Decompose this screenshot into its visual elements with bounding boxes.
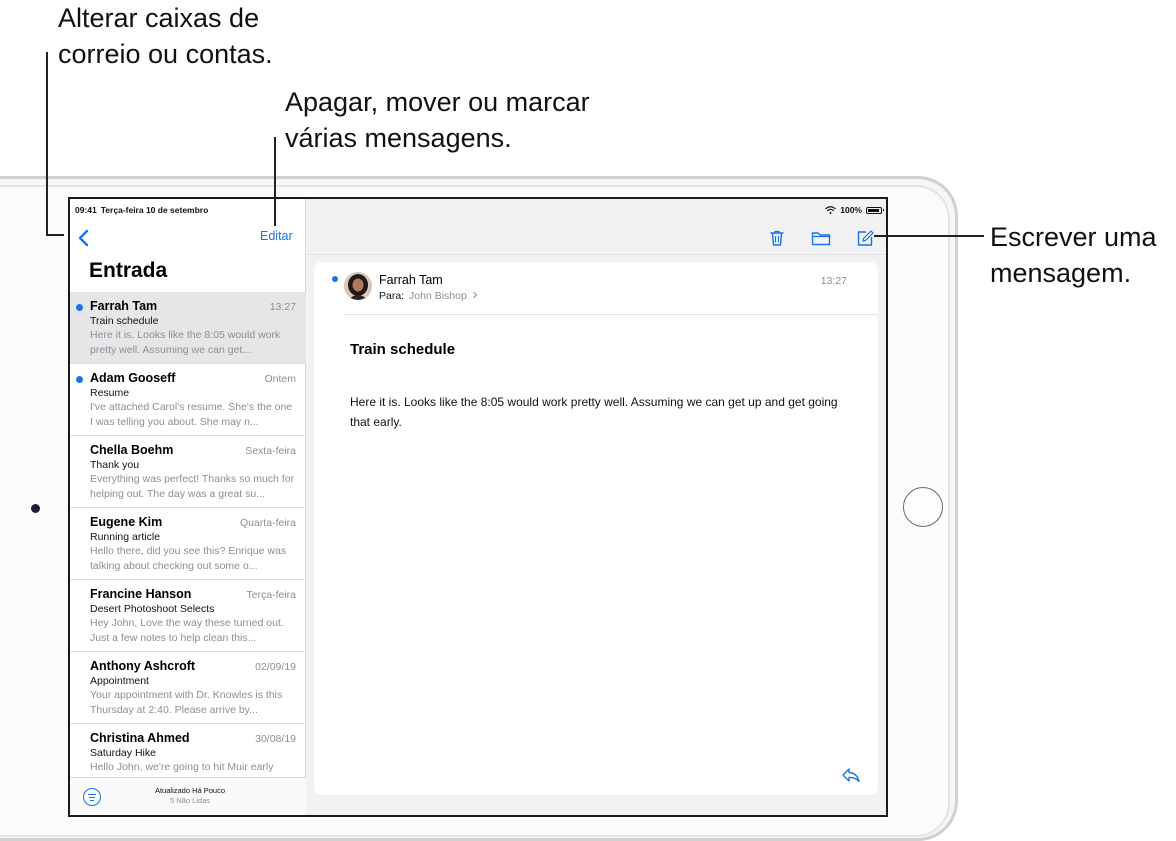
trash-button[interactable]: [766, 227, 788, 249]
sidebar-footer: Atualizado Há Pouco 5 Não Lidas: [70, 777, 306, 815]
mail-date: 30/08/19: [255, 733, 296, 745]
mail-list: Farrah Tam 13:27 Train schedule Here it …: [70, 292, 306, 777]
mail-preview: Hello John, we're going to hit Muir earl…: [90, 761, 274, 773]
unread-dot: [332, 276, 338, 282]
mail-subject: Saturday Hike: [90, 747, 156, 759]
callout-mailboxes: Alterar caixas de correio ou contas.: [58, 3, 273, 69]
trash-icon: [770, 230, 784, 246]
message-pane: 100% Farrah Tam Para: John Bishop 13:27 …: [306, 199, 886, 815]
mail-item[interactable]: Eugene Kim Quarta-feira Running article …: [70, 508, 306, 580]
mailbox-sidebar: 09:41 Terça-feira 10 de setembro Editar E…: [70, 199, 306, 815]
mail-subject: Resume: [90, 387, 130, 399]
mail-date: Quarta-feira: [239, 517, 296, 529]
mail-sender: Eugene Kim: [90, 515, 163, 529]
compose-button[interactable]: [854, 227, 876, 249]
status-bar-left: 09:41 Terça-feira 10 de setembro: [75, 205, 212, 215]
to-label: Para:: [379, 290, 405, 302]
wifi-icon: [825, 206, 837, 214]
message-time: 13:27: [820, 275, 847, 287]
callout-line-edit: [274, 137, 276, 226]
status-time: 09:41: [75, 205, 97, 215]
home-button[interactable]: [903, 487, 943, 527]
callout-line-mailboxes-vertical: [46, 52, 48, 235]
mail-date: Ontem: [264, 373, 296, 385]
message-body: Here it is. Looks like the 8:05 would wo…: [350, 395, 838, 429]
avatar: [344, 272, 372, 300]
updated-status: Atualizado Há Pouco: [154, 786, 226, 795]
header-divider: [344, 314, 878, 315]
mail-sender: Christina Ahmed: [90, 731, 190, 745]
battery-icon: [866, 206, 884, 214]
mail-item[interactable]: Farrah Tam 13:27 Train schedule Here it …: [70, 292, 306, 364]
callout-compose: Escrever uma mensagem.: [990, 222, 1157, 288]
chevron-right-icon: [472, 291, 477, 299]
mail-subject: Thank you: [90, 459, 140, 471]
mail-sender: Adam Gooseff: [90, 371, 176, 385]
message-toolbar: [306, 223, 886, 255]
chevron-left-icon: [78, 229, 89, 247]
callout-line-mailboxes-horizontal: [46, 234, 64, 236]
reply-icon: [842, 768, 860, 783]
unread-count: 5 Não Lidas: [169, 796, 211, 805]
callout-edit: Apagar, mover ou marcar várias mensagens…: [285, 87, 590, 153]
mail-subject: Desert Photoshoot Selects: [90, 603, 215, 615]
mail-preview: Your appointment with Dr. Knowles is thi…: [90, 689, 283, 716]
mail-item[interactable]: Chella Boehm Sexta-feira Thank you Every…: [70, 436, 306, 508]
status-bar-right: 100%: [825, 205, 884, 215]
mail-preview: Hello there, did you see this? Enrique w…: [90, 545, 287, 572]
move-folder-button[interactable]: [810, 227, 832, 249]
message-recipient[interactable]: Para: John Bishop: [379, 290, 478, 302]
mail-date: 02/09/19: [255, 661, 296, 673]
to-name: John Bishop: [409, 290, 467, 302]
mail-item[interactable]: Adam Gooseff Ontem Resume I've attached …: [70, 364, 306, 436]
mail-item[interactable]: Francine Hanson Terça-feira Desert Photo…: [70, 580, 306, 652]
mail-sender: Chella Boehm: [90, 443, 174, 457]
mail-date: Terça-feira: [246, 589, 296, 601]
callout-line-compose: [874, 235, 984, 237]
battery-percent: 100%: [840, 205, 862, 215]
back-button[interactable]: [74, 227, 94, 249]
screen: 09:41 Terça-feira 10 de setembro Editar E…: [68, 197, 888, 817]
mail-preview: I've attached Carol's resume. She's the …: [90, 401, 293, 428]
compose-icon: [857, 230, 874, 246]
mail-item[interactable]: Christina Ahmed 30/08/19 Saturday Hike H…: [70, 724, 306, 777]
filter-button[interactable]: [83, 788, 101, 806]
camera-dot: [31, 504, 40, 513]
folder-icon: [811, 232, 831, 246]
message-sender[interactable]: Farrah Tam: [379, 273, 443, 287]
inbox-title: Entrada: [89, 259, 168, 282]
mail-sender: Farrah Tam: [90, 299, 158, 313]
edit-button[interactable]: Editar: [260, 229, 293, 243]
mail-preview: Hey John, Love the way these turned out.…: [90, 617, 284, 644]
mail-subject: Train schedule: [90, 315, 159, 327]
reply-button[interactable]: [840, 765, 862, 785]
mail-item[interactable]: Anthony Ashcroft 02/09/19 Appointment Yo…: [70, 652, 306, 724]
mail-date: Sexta-feira: [245, 445, 296, 457]
mail-preview: Everything was perfect! Thanks so much f…: [90, 473, 295, 500]
mail-subject: Appointment: [90, 675, 149, 687]
mail-preview: Here it is. Looks like the 8:05 would wo…: [90, 329, 281, 356]
mailbox-status: Atualizado Há Pouco 5 Não Lidas: [110, 786, 270, 805]
status-date: Terça-feira 10 de setembro: [100, 205, 209, 215]
mail-sender: Francine Hanson: [90, 587, 192, 601]
mail-subject: Running article: [90, 531, 161, 543]
mail-date: 13:27: [269, 301, 296, 313]
unread-dot: [76, 304, 83, 311]
mail-sender: Anthony Ashcroft: [90, 659, 196, 673]
message-subject: Train schedule: [350, 341, 456, 358]
unread-dot: [76, 376, 83, 383]
message-card: Farrah Tam Para: John Bishop 13:27 Train…: [314, 262, 878, 795]
